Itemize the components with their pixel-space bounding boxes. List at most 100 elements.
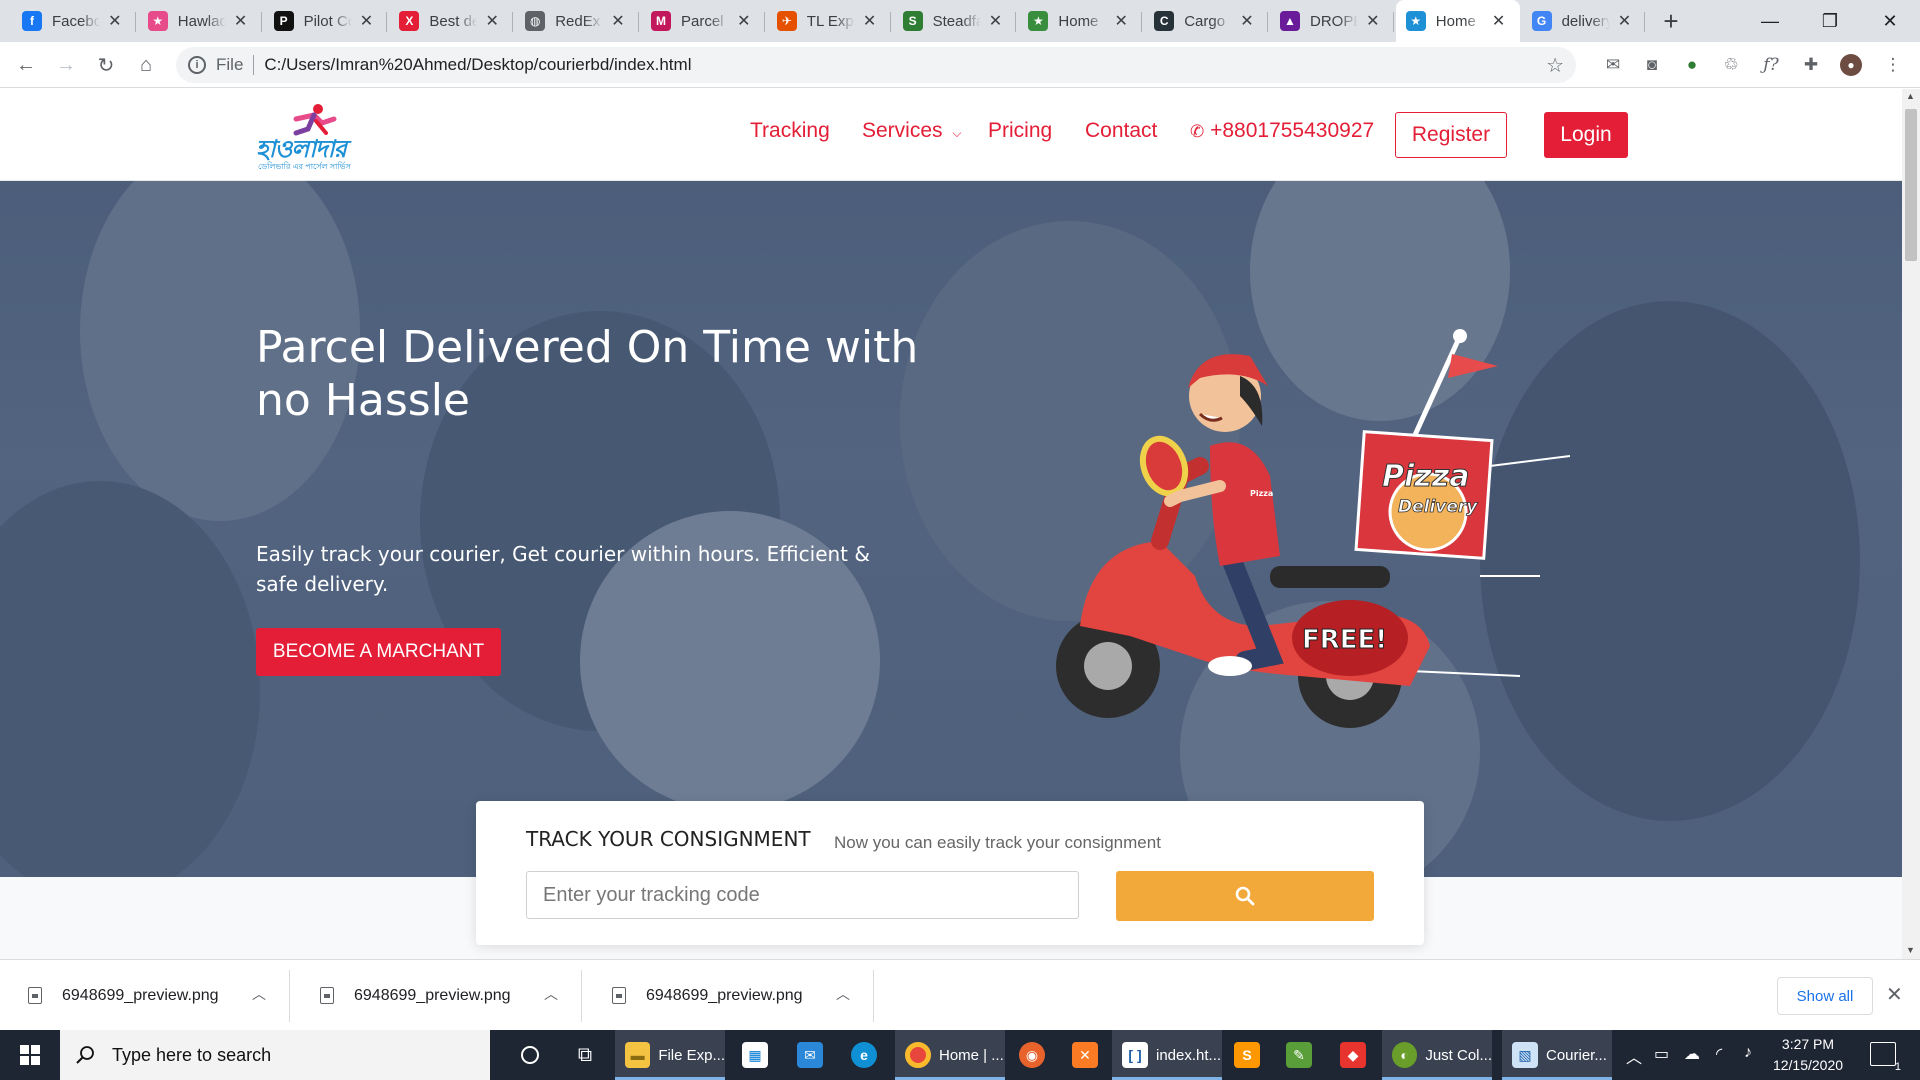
tab-close-icon[interactable]: ✕ bbox=[1364, 12, 1382, 30]
page-scrollbar[interactable]: ▲ ▼ bbox=[1902, 89, 1920, 959]
taskbar-app-xampp[interactable]: ✕ bbox=[1070, 1030, 1100, 1080]
back-icon[interactable]: ← bbox=[10, 49, 42, 81]
browser-tab[interactable]: ★ Home ✕ bbox=[1018, 0, 1143, 42]
taskbar-app-brackets[interactable]: [ ] index.ht... bbox=[1112, 1030, 1222, 1080]
browser-tab[interactable]: C Cargo ✕ bbox=[1144, 0, 1268, 42]
chevron-up-icon[interactable]: ︿ bbox=[252, 984, 266, 1004]
tab-close-icon[interactable]: ✕ bbox=[1490, 12, 1508, 30]
profile-avatar[interactable]: ● bbox=[1840, 54, 1862, 76]
chevron-up-icon[interactable]: ︿ bbox=[544, 984, 558, 1004]
info-icon[interactable]: i bbox=[188, 56, 206, 74]
nav-contact[interactable]: Contact bbox=[1085, 119, 1157, 143]
menu-kebab-icon[interactable]: ⋮ bbox=[1882, 54, 1904, 76]
tab-close-icon[interactable]: ✕ bbox=[735, 12, 753, 30]
browser-tab[interactable]: ★ Hawladar ✕ bbox=[138, 0, 262, 42]
reload-icon[interactable]: ↻ bbox=[90, 49, 122, 81]
file-icon bbox=[320, 987, 334, 1004]
notification-center-icon[interactable]: 1 bbox=[1870, 1042, 1901, 1073]
become-merchant-button[interactable]: BECOME A MARCHANT bbox=[256, 628, 501, 676]
taskbar-app-sublime[interactable]: S bbox=[1232, 1030, 1262, 1080]
taskbar-app-anydesk[interactable]: ◆ bbox=[1338, 1030, 1368, 1080]
recycle-extension-icon[interactable]: ♲ bbox=[1720, 54, 1742, 76]
nav-pricing[interactable]: Pricing bbox=[988, 119, 1052, 143]
browser-tab[interactable]: ◍ RedEx ✕ bbox=[515, 0, 639, 42]
tab-close-icon[interactable]: ✕ bbox=[106, 12, 124, 30]
close-downloads-icon[interactable]: ✕ bbox=[1886, 982, 1903, 1007]
browser-tab[interactable]: ✈ TL Express ✕ bbox=[767, 0, 891, 42]
taskbar-app-colorpicker[interactable]: ◐ Just Col... bbox=[1382, 1030, 1492, 1080]
fonts-extension-icon[interactable]: ƒ? bbox=[1760, 54, 1782, 76]
home-icon[interactable]: ⌂ bbox=[130, 49, 162, 81]
tab-close-icon[interactable]: ✕ bbox=[483, 12, 501, 30]
mail-extension-icon[interactable]: ✉ bbox=[1602, 54, 1624, 76]
taskbar-app-chrome[interactable]: Home | ... bbox=[895, 1030, 1005, 1080]
forward-icon[interactable]: → bbox=[50, 49, 82, 81]
tray-chevron-up-icon[interactable]: ︿ bbox=[1626, 1044, 1642, 1068]
scroll-down-arrow[interactable]: ▼ bbox=[1906, 945, 1915, 955]
show-all-downloads-button[interactable]: Show all bbox=[1777, 977, 1873, 1015]
browser-tab[interactable]: Gdelivery ✕ bbox=[1522, 0, 1646, 42]
tab-close-icon[interactable]: ✕ bbox=[609, 12, 627, 30]
track-search-button[interactable] bbox=[1116, 871, 1374, 921]
browser-tab[interactable]: ★ Home ✕ bbox=[1395, 0, 1520, 42]
nav-services[interactable]: Services ⌵ bbox=[862, 119, 961, 143]
taskbar-app-file-explorer[interactable]: ▬ File Exp... bbox=[615, 1030, 725, 1080]
url-text[interactable]: C:/Users/Imran%20Ahmed/Desktop/courierbd… bbox=[264, 55, 691, 75]
nav-tracking[interactable]: Tracking bbox=[750, 119, 830, 143]
firefox-icon: ◉ bbox=[1019, 1042, 1045, 1068]
download-item[interactable]: 6948699_preview.png ︿ bbox=[584, 960, 874, 1031]
maximize-button[interactable]: ❐ bbox=[1800, 0, 1860, 42]
tab-close-icon[interactable]: ✕ bbox=[232, 12, 250, 30]
tab-close-icon[interactable]: ✕ bbox=[357, 12, 375, 30]
tab-separator bbox=[1266, 12, 1268, 32]
camera-extension-icon[interactable]: ◙ bbox=[1641, 54, 1663, 76]
chevron-up-icon[interactable]: ︿ bbox=[836, 984, 850, 1004]
taskbar-app-label: Courier... bbox=[1546, 1046, 1607, 1064]
taskbar-app-mail[interactable]: ✉ bbox=[795, 1030, 825, 1080]
new-tab-button[interactable]: + bbox=[1656, 6, 1686, 36]
taskbar-app-firefox[interactable]: ◉ bbox=[1017, 1030, 1047, 1080]
start-button[interactable] bbox=[0, 1030, 60, 1080]
tracking-code-input[interactable] bbox=[526, 871, 1079, 919]
nav-phone[interactable]: ✆ +8801755430927 bbox=[1190, 119, 1374, 143]
puzzle-extensions-icon[interactable]: ✚ bbox=[1800, 54, 1822, 76]
tab-close-icon[interactable]: ✕ bbox=[861, 12, 879, 30]
register-button[interactable]: Register bbox=[1395, 112, 1507, 158]
cortana-button[interactable] bbox=[505, 1030, 555, 1080]
wifi-icon[interactable]: ◜ bbox=[1716, 1044, 1722, 1064]
scroll-up-arrow[interactable]: ▲ bbox=[1906, 91, 1915, 101]
tab-close-icon[interactable]: ✕ bbox=[1615, 12, 1633, 30]
browser-tab[interactable]: S Steadfast ✕ bbox=[893, 0, 1017, 42]
address-bar[interactable]: i File C:/Users/Imran%20Ahmed/Desktop/co… bbox=[176, 47, 1576, 83]
nav-phone-number: +8801755430927 bbox=[1210, 119, 1375, 142]
tab-close-icon[interactable]: ✕ bbox=[1238, 12, 1256, 30]
browser-tab[interactable]: X Best deal ✕ bbox=[389, 0, 514, 42]
browser-tab[interactable]: P Pilot Courier ✕ bbox=[264, 0, 388, 42]
battery-icon[interactable]: ▭ bbox=[1654, 1044, 1669, 1064]
taskbar-app-image-viewer[interactable]: ▧ Courier... bbox=[1502, 1030, 1612, 1080]
globe-extension-icon[interactable]: ● bbox=[1681, 54, 1703, 76]
bookmark-star-icon[interactable]: ☆ bbox=[1546, 53, 1564, 78]
plane-icon: ✈ bbox=[776, 11, 797, 31]
site-logo[interactable]: হাওলাদার ডেলিভারি এর পার্সেল সার্ভিস bbox=[256, 101, 356, 171]
tab-close-icon[interactable]: ✕ bbox=[1112, 12, 1130, 30]
clock-date: 12/15/2020 bbox=[1772, 1057, 1844, 1073]
volume-icon[interactable]: ♪ bbox=[1744, 1044, 1752, 1062]
task-view-button[interactable]: ⧉ bbox=[560, 1030, 610, 1080]
download-item[interactable]: 6948699_preview.png ︿ bbox=[0, 960, 290, 1031]
tab-close-icon[interactable]: ✕ bbox=[986, 12, 1004, 30]
taskbar-app-edge[interactable]: e bbox=[849, 1030, 879, 1080]
scroll-thumb[interactable] bbox=[1905, 109, 1917, 261]
onedrive-cloud-icon[interactable]: ☁ bbox=[1684, 1044, 1700, 1064]
browser-tab[interactable]: M Parcel ✕ bbox=[641, 0, 765, 42]
taskbar-clock[interactable]: 3:27 PM 12/15/2020 bbox=[1762, 1034, 1854, 1076]
browser-tab[interactable]: f Facebook ✕ bbox=[12, 0, 136, 42]
minimize-button[interactable]: — bbox=[1740, 0, 1800, 42]
taskbar-app-image-editor[interactable]: ✎ bbox=[1284, 1030, 1314, 1080]
taskbar-search-box[interactable]: Type here to search bbox=[60, 1030, 490, 1080]
close-window-button[interactable]: ✕ bbox=[1860, 0, 1920, 42]
download-item[interactable]: 6948699_preview.png ︿ bbox=[292, 960, 582, 1031]
taskbar-app-store[interactable]: ▦ bbox=[740, 1030, 770, 1080]
login-button[interactable]: Login bbox=[1544, 112, 1628, 158]
browser-tab[interactable]: ▲ DROPE ✕ bbox=[1270, 0, 1394, 42]
